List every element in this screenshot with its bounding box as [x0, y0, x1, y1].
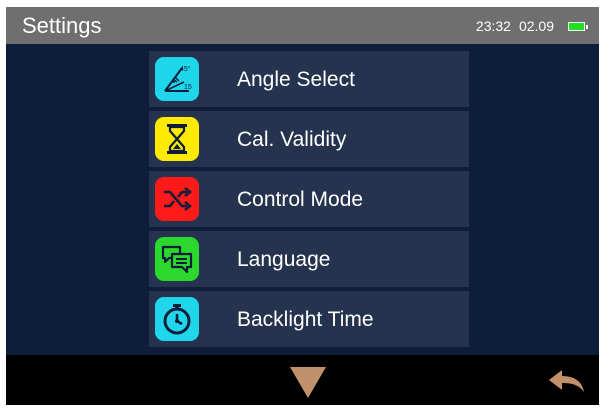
angle-select-icon: 45° 15	[155, 57, 199, 101]
back-arrow-icon	[549, 370, 584, 392]
settings-screen: Settings 23:32 02.09 45° 15 Angle Select…	[6, 7, 599, 405]
clock-date: 02.09	[518, 18, 554, 34]
clock-time: 23:32	[475, 18, 511, 34]
status-info: 23:32 02.09	[475, 17, 588, 35]
menu-item-cal-validity[interactable]: Cal. Validity	[149, 111, 469, 167]
hourglass-icon	[155, 117, 199, 161]
menu-item-label: Control Mode	[237, 188, 364, 211]
menu-item-language[interactable]: Language	[149, 231, 469, 287]
bottom-bar	[6, 355, 599, 405]
battery-full-icon	[568, 21, 588, 31]
settings-menu: 45° 15 Angle Select Cal. Validity Contro…	[149, 51, 469, 351]
chat-bubbles-icon	[155, 237, 199, 281]
menu-item-control-mode[interactable]: Control Mode	[149, 171, 469, 227]
back-button[interactable]	[546, 367, 586, 397]
menu-item-label: Backlight Time	[237, 308, 374, 331]
menu-item-angle-select[interactable]: 45° 15 Angle Select	[149, 51, 469, 107]
menu-item-label: Language	[237, 248, 331, 271]
stopwatch-icon	[155, 297, 199, 341]
svg-text:15: 15	[184, 84, 192, 91]
shuffle-icon	[155, 177, 199, 221]
status-bar: Settings 23:32 02.09	[6, 7, 599, 44]
menu-item-backlight-time[interactable]: Backlight Time	[149, 291, 469, 347]
arrow-down-icon	[290, 367, 326, 398]
svg-text:45°: 45°	[180, 65, 191, 73]
menu-item-label: Cal. Validity	[237, 128, 347, 151]
page-title: Settings	[22, 13, 102, 38]
scroll-down-button[interactable]	[288, 365, 328, 399]
menu-item-label: Angle Select	[237, 68, 355, 91]
